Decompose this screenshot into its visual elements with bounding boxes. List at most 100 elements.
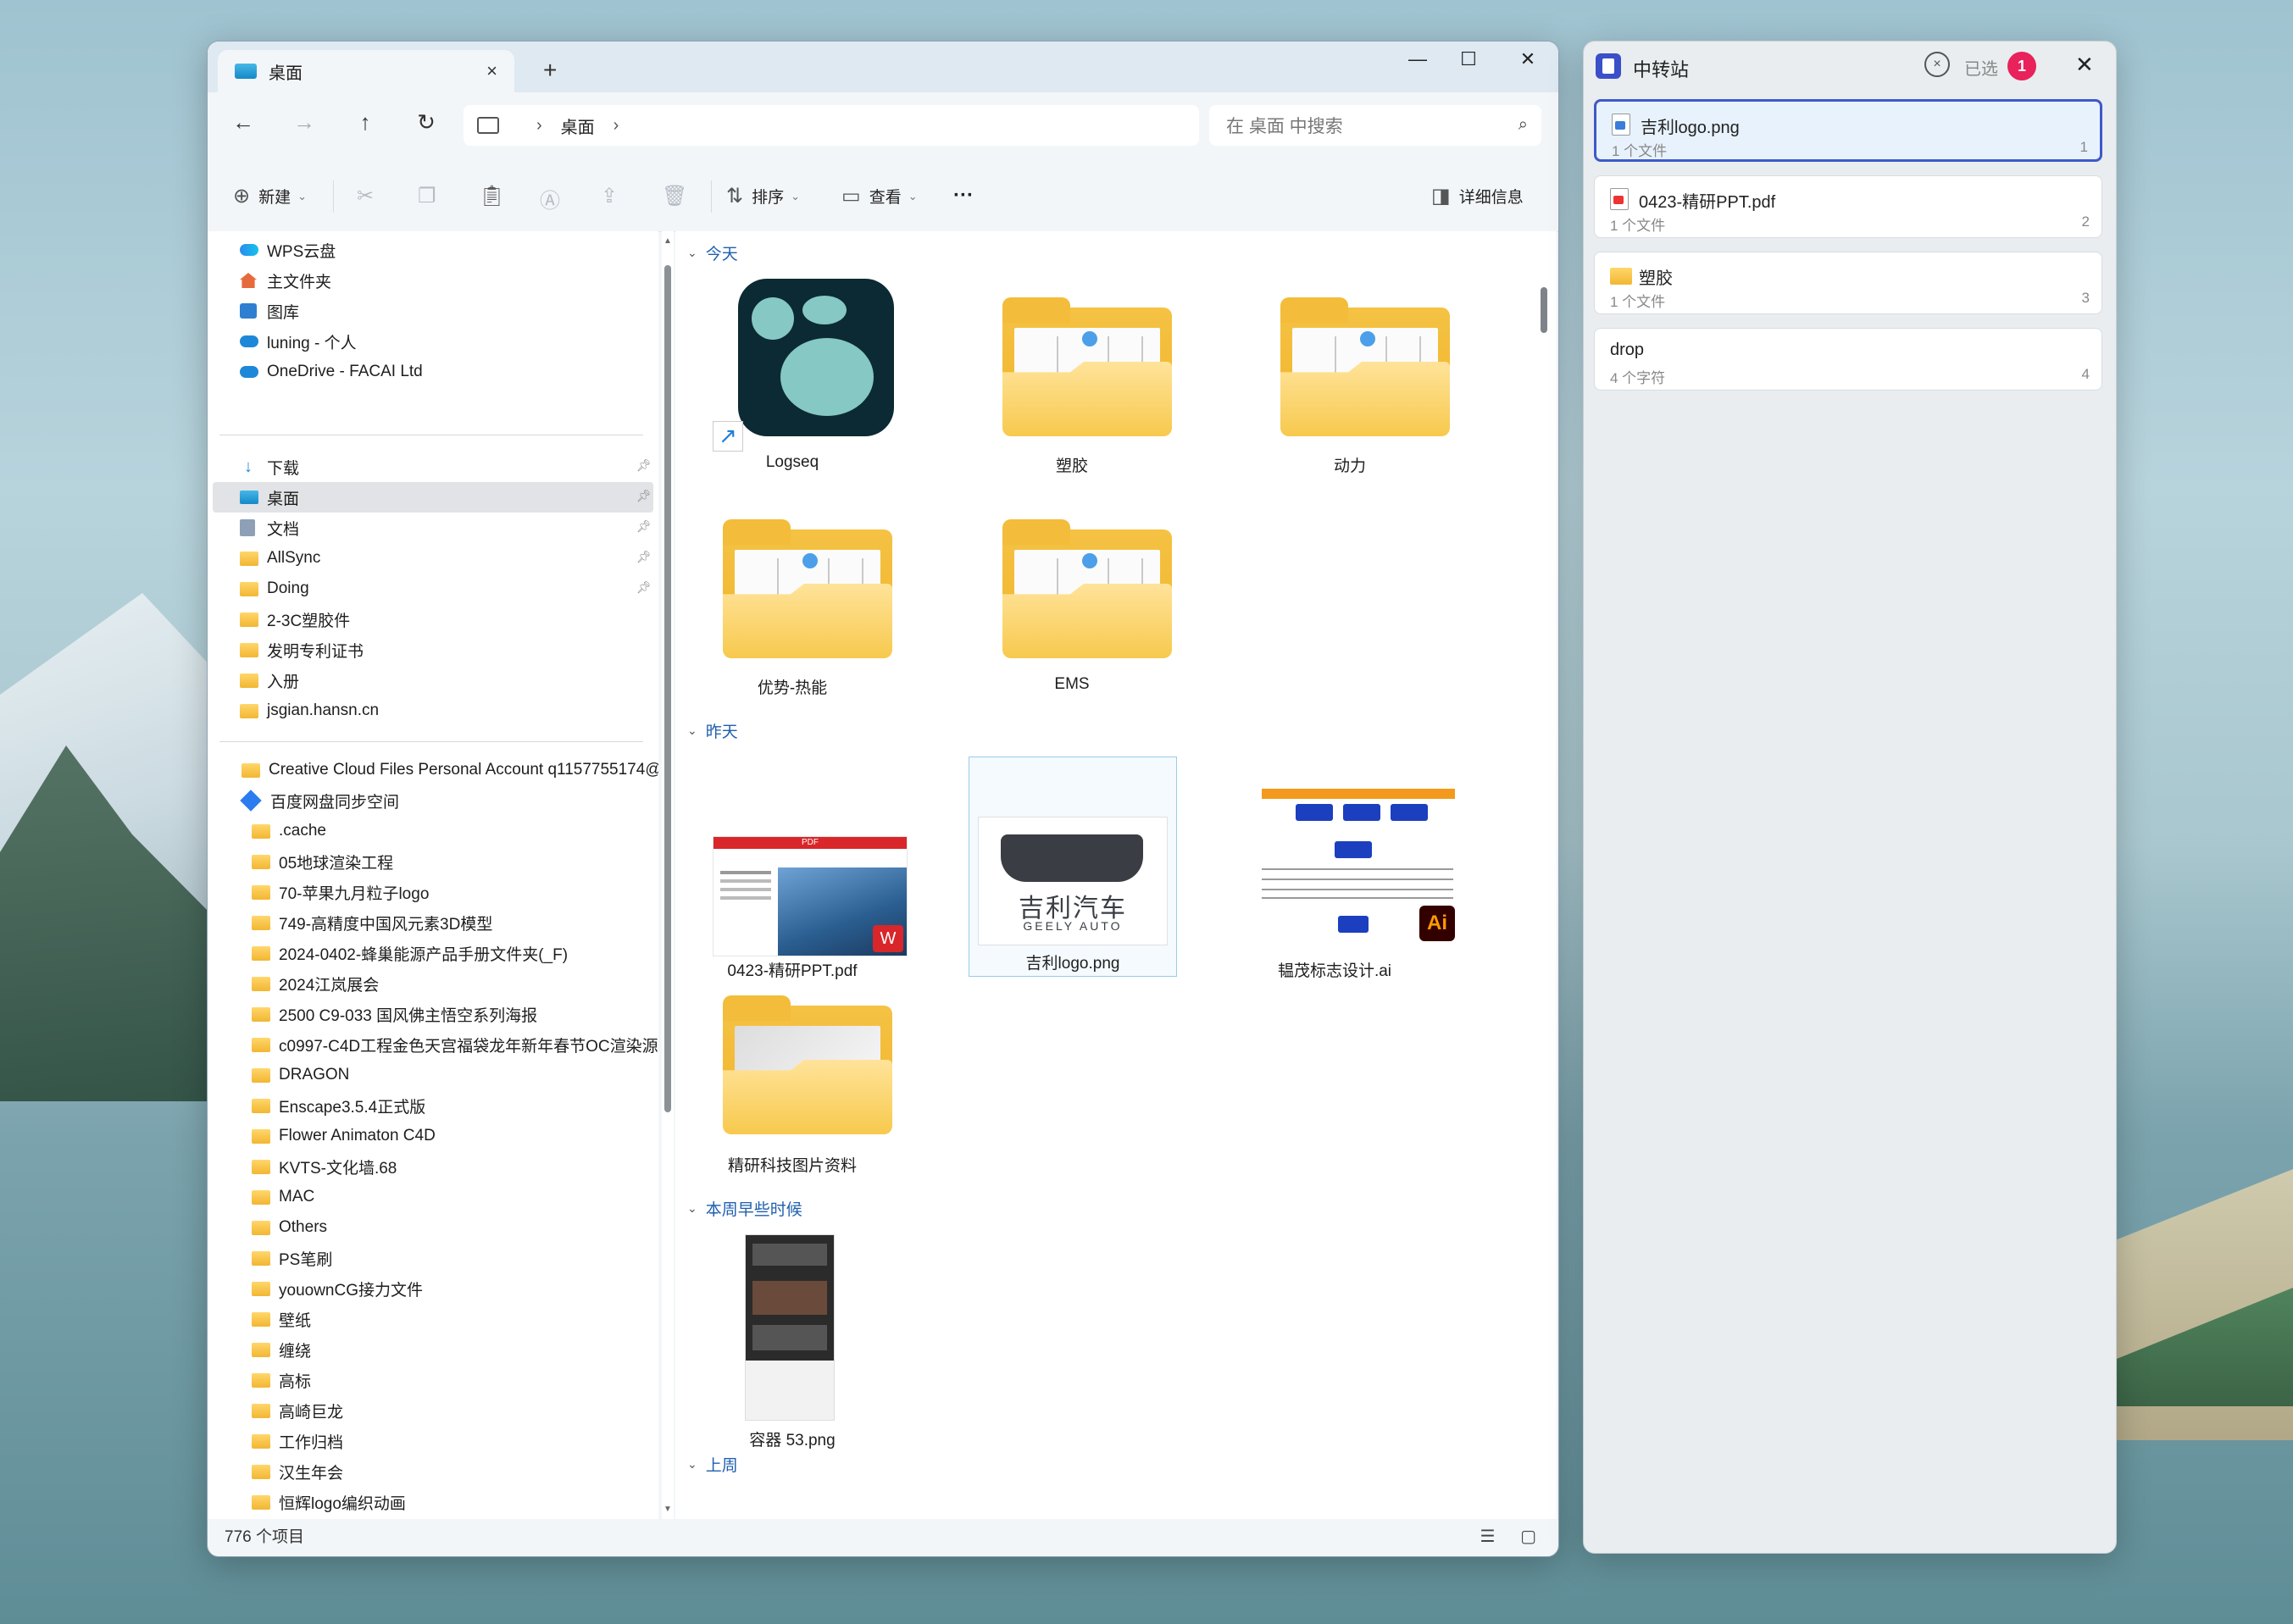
sidebar-item[interactable]: Flower Animaton C4D [252, 1121, 436, 1151]
rename-button[interactable]: Ⓐ [540, 184, 569, 213]
sidebar-item[interactable]: KVTS-文化墙.68 [252, 1151, 397, 1182]
sidebar-item[interactable]: 工作归档 [252, 1426, 343, 1456]
back-button[interactable]: ← [226, 109, 260, 136]
sidebar-item[interactable]: 入册 [240, 665, 299, 696]
tab-close-icon[interactable]: × [486, 60, 497, 82]
breadcrumb-chevron-icon[interactable]: › [536, 116, 542, 136]
sidebar-item[interactable]: 749-高精度中国风元素3D模型 [252, 907, 492, 938]
content-scroll-thumb[interactable] [1541, 287, 1547, 333]
file-item-logseq[interactable]: ↗ Logseq [689, 279, 896, 491]
file-item-suojiao[interactable]: 塑胶 [969, 279, 1175, 491]
sidebar-item[interactable]: 恒辉logo编织动画 [252, 1487, 406, 1517]
file-item-geely[interactable]: 吉利汽车 GEELY AUTO 吉利logo.png [969, 757, 1177, 977]
sidebar-item[interactable]: 文档 [240, 513, 299, 543]
sidebar-scroll-thumb[interactable] [664, 265, 671, 1112]
sidebar-item[interactable]: PS笔刷 [252, 1243, 332, 1273]
sidebar-item[interactable]: ↓ 下载 [240, 452, 299, 482]
sidebar-item-label: Doing [267, 579, 309, 597]
new-tab-button[interactable]: + [543, 57, 557, 84]
sidebar-item-baidu[interactable]: 百度网盘同步空间 [240, 785, 399, 816]
transfer-item[interactable]: 塑胶 1 个文件 3 [1594, 252, 2102, 314]
sort-button[interactable]: ⇅ 排序 ⌄ [726, 184, 800, 208]
sidebar-item[interactable]: 2024江岚展会 [252, 968, 379, 999]
file-item-dongli[interactable]: 动力 [1246, 279, 1453, 491]
new-button[interactable]: ⊕ 新建 ⌄ [233, 184, 307, 208]
sidebar-item[interactable]: 汉生年会 [252, 1456, 343, 1487]
sidebar-item[interactable]: c0997-C4D工程金色天宫福袋龙年新年春节OC渲染源文 [252, 1029, 658, 1060]
group-header-last-week[interactable]: ⌄ 上周 [687, 1453, 738, 1476]
content-scrollbar[interactable] [1531, 231, 1557, 1519]
breadcrumb-current[interactable]: 桌面 [561, 114, 595, 138]
sidebar-item[interactable]: 主文件夹 [240, 265, 331, 296]
file-item-ems[interactable]: EMS [969, 501, 1175, 712]
maximize-button[interactable]: ☐ [1443, 48, 1494, 70]
sidebar-item[interactable]: AllSync [240, 543, 320, 574]
sidebar-item[interactable]: 花开文件夹 [252, 1517, 359, 1519]
folder-icon [252, 976, 270, 991]
delete-button[interactable]: 🗑︎ [662, 184, 696, 208]
group-header-earlier-this-week[interactable]: ⌄ 本周早些时候 [687, 1197, 802, 1220]
file-item-ai[interactable]: Ai 韫茂标志设计.ai [1231, 757, 1455, 980]
view-mode-icons[interactable]: ☰ ▢ [1480, 1526, 1546, 1547]
transfer-item[interactable]: 0423-精研PPT.pdf 1 个文件 2 [1594, 175, 2102, 238]
sidebar-item[interactable]: 2500 C9-033 国风佛主悟空系列海报 [252, 999, 537, 1029]
group-header-yesterday[interactable]: ⌄ 昨天 [687, 719, 738, 742]
transfer-item-meta: 4 个字符 [1610, 370, 1666, 386]
sidebar-item[interactable]: jsgian.hansn.cn [240, 696, 379, 726]
sidebar-item[interactable]: 壁纸 [252, 1304, 311, 1334]
paste-button[interactable]: 📋︎ [479, 184, 513, 208]
sidebar-item[interactable]: 2-3C塑胶件 [240, 604, 350, 635]
file-item-youshi[interactable]: 优势-热能 [689, 501, 896, 712]
sidebar-item[interactable]: MAC [252, 1182, 314, 1212]
this-pc-icon[interactable] [477, 117, 499, 134]
sidebar-item-creative-cloud[interactable]: Creative Cloud Files Personal Account q1… [242, 755, 658, 785]
sidebar-item-label: 桌面 [267, 490, 300, 508]
sidebar-item[interactable]: .cache [252, 816, 326, 846]
sidebar-item[interactable]: WPS云盘 [240, 235, 336, 265]
sidebar-item[interactable]: 缠绕 [252, 1334, 311, 1365]
sidebar-item[interactable]: 2024-0402-蜂巢能源产品手册文件夹(_F) [252, 938, 568, 968]
sidebar-item[interactable]: Others [252, 1212, 327, 1243]
sidebar-item[interactable]: OneDrive - FACAI Ltd [240, 357, 423, 387]
search-input[interactable]: 在 桌面 中搜索 ⌕ [1209, 105, 1541, 146]
scroll-up-icon[interactable]: ▲ [663, 236, 672, 246]
cut-button[interactable]: ✂ [357, 184, 382, 208]
sidebar-item[interactable]: 05地球渲染工程 [252, 846, 393, 877]
scroll-down-icon[interactable]: ▼ [663, 1505, 672, 1514]
file-item-rongqi[interactable]: 容器 53.png [689, 1234, 896, 1449]
transfer-item[interactable]: 吉利logo.png 1 个文件 1 [1594, 99, 2102, 162]
transfer-item-name: 吉利logo.png [1641, 119, 1740, 137]
group-header-today[interactable]: ⌄ 今天 [687, 241, 738, 264]
tab-desktop[interactable]: 桌面 × [218, 50, 514, 92]
sidebar-item[interactable]: DRAGON [252, 1060, 349, 1090]
sidebar-item[interactable]: 发明专利证书 [240, 635, 364, 665]
sidebar-item[interactable]: youownCG接力文件 [252, 1273, 423, 1304]
sidebar-scrollbar[interactable]: ▲ ▼ [662, 231, 674, 1519]
file-item-jingyan[interactable]: 精研科技图片资料 [689, 977, 896, 1192]
panel-close-button[interactable]: ✕ [2075, 52, 2094, 78]
refresh-button[interactable]: ↻ [409, 109, 443, 136]
up-button[interactable]: ↑ [348, 109, 382, 136]
sidebar-item[interactable]: 高崎巨龙 [252, 1395, 343, 1426]
minimize-button[interactable]: — [1392, 48, 1443, 70]
sidebar-item[interactable]: 桌面 [240, 482, 299, 513]
forward-button[interactable]: → [287, 109, 321, 136]
share-button[interactable]: ⇪ [601, 184, 626, 208]
breadcrumb-chevron-icon[interactable]: › [614, 116, 619, 136]
transfer-item[interactable]: drop 4 个字符 4 [1594, 328, 2102, 391]
sidebar-item[interactable]: luning - 个人 [240, 326, 357, 357]
clear-selection-icon[interactable]: × [1924, 52, 1950, 77]
panel-title: 中转站 [1633, 59, 1690, 80]
close-button[interactable]: ✕ [1502, 48, 1553, 70]
details-pane-button[interactable]: ◨ 详细信息 [1431, 184, 1524, 208]
sidebar-item[interactable]: 高标 [252, 1365, 311, 1395]
sidebar-item[interactable]: 70-苹果九月粒子logo [252, 877, 429, 907]
breadcrumb[interactable]: › 桌面 › [464, 105, 1199, 146]
sidebar-item[interactable]: Enscape3.5.4正式版 [252, 1090, 425, 1121]
copy-button[interactable]: ❐ [418, 184, 445, 208]
view-button[interactable]: ▭ 查看 ⌄ [841, 184, 918, 208]
sidebar-item[interactable]: 图库 [240, 296, 299, 326]
sidebar-item[interactable]: Doing [240, 574, 309, 604]
file-item-pdf[interactable]: PDF W 0423-精研PPT.pdf [689, 757, 908, 980]
more-options-button[interactable]: ··· [953, 184, 974, 208]
